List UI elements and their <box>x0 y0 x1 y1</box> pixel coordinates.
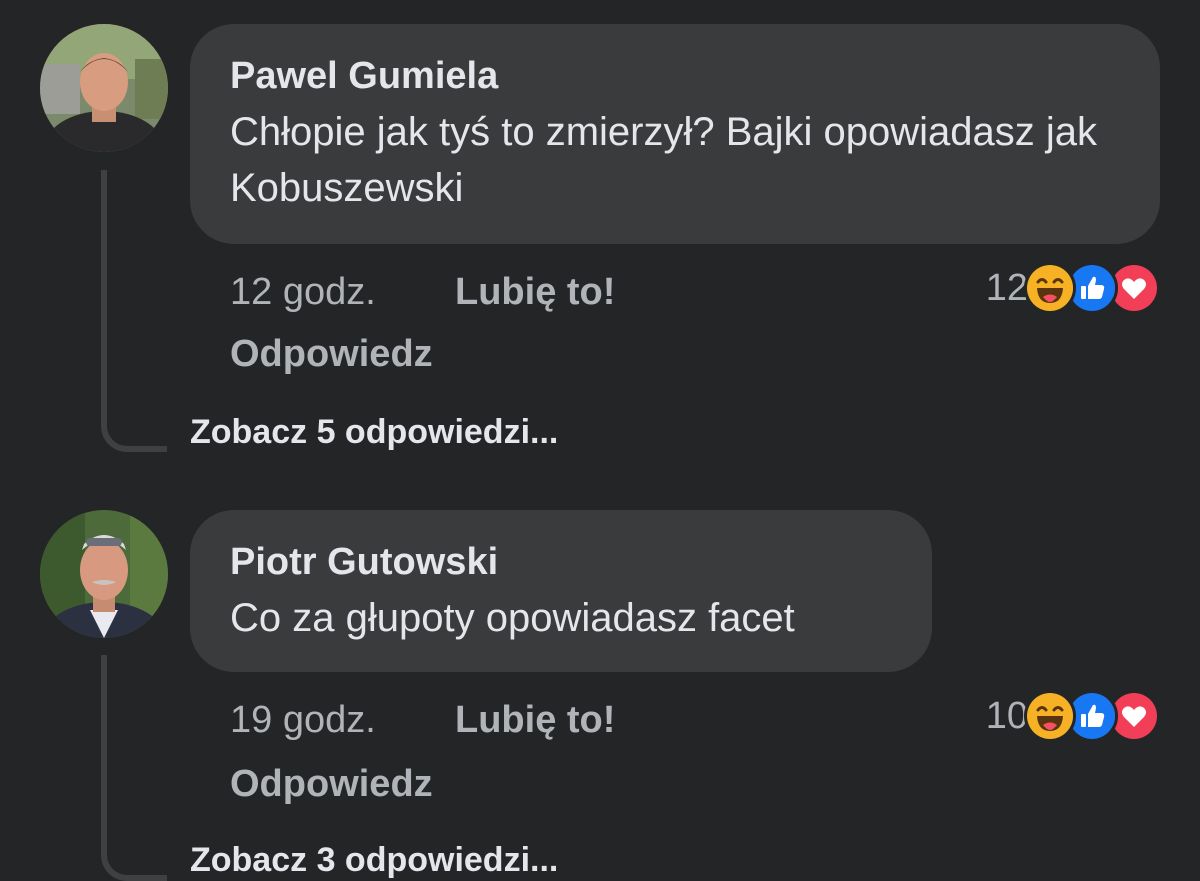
comments-section: Pawel Gumiela Chłopie jak tyś to zmierzy… <box>0 0 1200 881</box>
reaction-count: 12 <box>985 266 1028 309</box>
reply-button[interactable]: Odpowiedz <box>230 332 433 376</box>
avatar[interactable] <box>40 510 168 638</box>
see-replies-link[interactable]: Zobacz 3 odpowiedzi... <box>190 840 558 880</box>
reaction-count: 10 <box>985 694 1028 737</box>
comment-bubble: Pawel Gumiela Chłopie jak tyś to zmierzy… <box>190 24 1160 244</box>
comment-bubble: Piotr Gutowski Co za głupoty opowiadasz … <box>190 510 932 672</box>
comment-timestamp[interactable]: 12 godz. <box>230 270 376 314</box>
see-replies-link[interactable]: Zobacz 5 odpowiedzi... <box>190 412 558 452</box>
comment-author[interactable]: Pawel Gumiela <box>230 54 1120 98</box>
comment-text: Co za głupoty opowiadasz facet <box>230 596 795 640</box>
comment-author[interactable]: Piotr Gutowski <box>230 540 892 584</box>
reactions-summary[interactable]: 10 <box>986 688 1160 744</box>
like-button[interactable]: Lubię to! <box>455 270 615 314</box>
thread-connector <box>101 655 167 881</box>
avatar[interactable] <box>40 24 168 152</box>
thread-connector <box>101 170 167 452</box>
like-button[interactable]: Lubię to! <box>455 698 615 742</box>
reply-button[interactable]: Odpowiedz <box>230 762 433 806</box>
comment-timestamp[interactable]: 19 godz. <box>230 698 376 742</box>
comment-text: Chłopie jak tyś to zmierzył? Bajki opowi… <box>230 110 1098 210</box>
reactions-summary[interactable]: 12 <box>986 260 1160 316</box>
haha-icon <box>1024 690 1076 742</box>
haha-icon <box>1024 262 1076 314</box>
